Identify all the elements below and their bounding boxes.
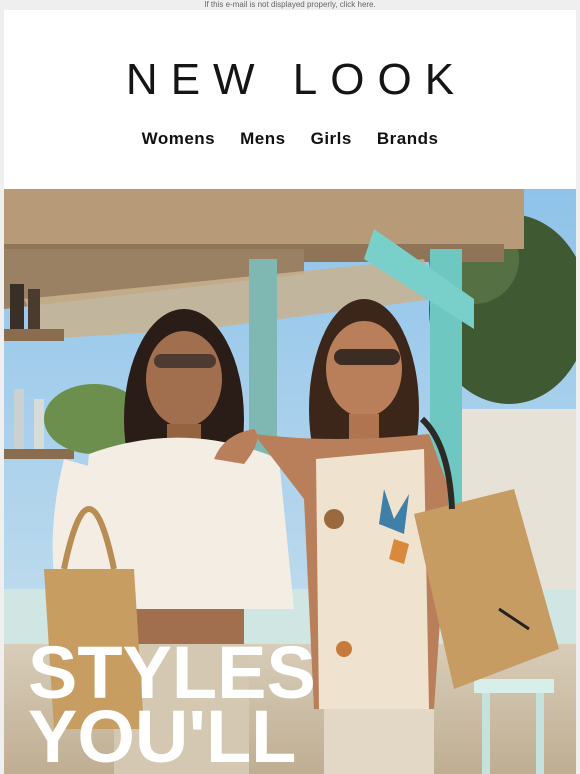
main-nav: Womens Mens Girls Brands xyxy=(4,129,576,149)
nav-mens-link[interactable]: Mens xyxy=(240,129,285,149)
nav-girls-link[interactable]: Girls xyxy=(311,129,352,149)
view-in-browser-link[interactable]: If this e-mail is not displayed properly… xyxy=(204,0,375,9)
email-card: NEW LOOK Womens Mens Girls Brands STYLES… xyxy=(4,10,576,774)
hero-banner[interactable]: STYLES YOU'LL xyxy=(4,189,576,774)
preheader: If this e-mail is not displayed properly… xyxy=(0,0,580,10)
nav-brands-link[interactable]: Brands xyxy=(377,129,439,149)
headline-line-2: YOU'LL xyxy=(28,695,297,774)
nav-womens-link[interactable]: Womens xyxy=(142,129,216,149)
new-look-logo[interactable]: NEW LOOK xyxy=(4,58,576,102)
hero-headline: STYLES YOU'LL xyxy=(28,636,316,774)
